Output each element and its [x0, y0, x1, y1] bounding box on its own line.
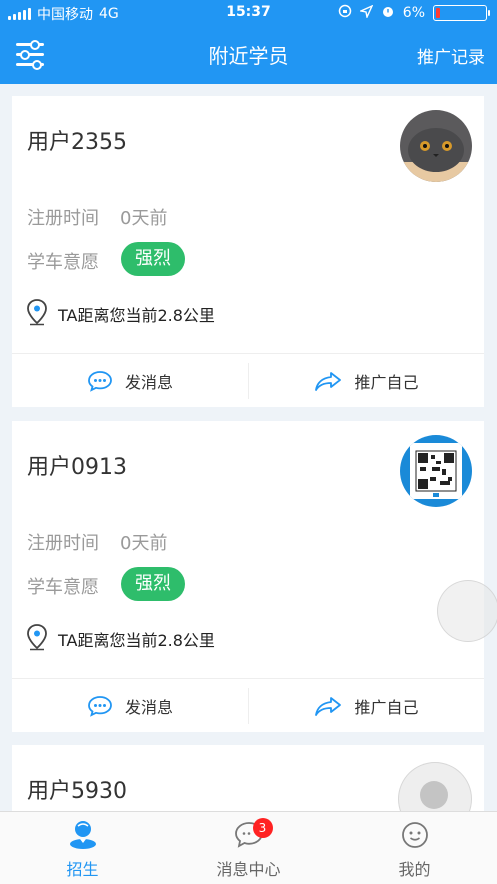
- avatar[interactable]: [400, 435, 472, 507]
- promote-self-button[interactable]: 推广自己: [249, 680, 484, 732]
- student-name: 用户0913: [27, 455, 127, 480]
- location-arrow-icon: [358, 4, 374, 22]
- promote-self-label: 推广自己: [354, 373, 419, 392]
- location-pin-icon: [27, 299, 47, 326]
- share-arrow-icon: [315, 697, 342, 716]
- distance-text: TA距离您当前2.8公里: [58, 306, 215, 325]
- intent-label: 学车意愿: [27, 252, 99, 273]
- tab-bar: 招生 3 消息中心 我的: [0, 811, 497, 884]
- assistive-touch-button[interactable]: [437, 580, 497, 642]
- register-time-label: 注册时间: [27, 208, 99, 229]
- promote-self-button[interactable]: 推广自己: [249, 355, 484, 407]
- tab-recruit-label: 招生: [66, 860, 99, 879]
- alarm-icon: [381, 4, 395, 22]
- battery-icon: [433, 5, 490, 21]
- status-right: 6%: [338, 4, 490, 22]
- unread-badge: 3: [252, 818, 273, 838]
- card-divider: [12, 353, 484, 354]
- send-message-label: 发消息: [124, 698, 173, 717]
- send-message-button[interactable]: 发消息: [12, 680, 248, 732]
- student-name: 用户5930: [27, 779, 127, 804]
- tab-messages-label: 消息中心: [216, 860, 281, 879]
- promotion-record-button[interactable]: 推广记录: [417, 43, 485, 68]
- student-list[interactable]: 用户2355 注册时间 0天前 学车意愿 强烈 TA距离您当前2.8公里 发消息…: [0, 84, 497, 811]
- intent-badge: 强烈: [121, 567, 185, 601]
- student-name: 用户2355: [27, 130, 127, 155]
- avatar[interactable]: [400, 110, 472, 182]
- tab-messages[interactable]: 3 消息中心: [166, 812, 331, 884]
- send-message-button[interactable]: 发消息: [12, 355, 248, 407]
- rotation-lock-icon: [338, 4, 352, 22]
- recruit-person-icon: [69, 821, 96, 849]
- card-divider: [12, 678, 484, 679]
- chat-bubble-icon: [88, 696, 112, 717]
- tab-mine-label: 我的: [398, 860, 431, 879]
- student-card[interactable]: 用户2355 注册时间 0天前 学车意愿 强烈 TA距离您当前2.8公里 发消息…: [12, 96, 484, 407]
- intent-label: 学车意愿: [27, 577, 99, 598]
- send-message-label: 发消息: [124, 373, 173, 392]
- assistive-touch-dot: [420, 781, 448, 809]
- register-time-value: 0天前: [120, 533, 168, 554]
- battery-percent: 6%: [402, 5, 425, 21]
- chat-bubble-icon: [88, 371, 112, 392]
- register-time-value: 0天前: [120, 208, 168, 229]
- distance-text: TA距离您当前2.8公里: [58, 631, 215, 650]
- register-time-label: 注册时间: [27, 533, 99, 554]
- location-pin-icon: [27, 624, 47, 651]
- tab-recruit[interactable]: 招生: [0, 812, 165, 884]
- smiley-face-icon: [401, 822, 428, 848]
- tab-mine[interactable]: 我的: [332, 812, 497, 884]
- promote-self-label: 推广自己: [354, 698, 419, 717]
- nav-bar: 附近学员 推广记录: [0, 26, 497, 84]
- status-bar: 中国移动 4G 15:37 6%: [0, 0, 497, 26]
- intent-badge: 强烈: [121, 242, 185, 276]
- share-arrow-icon: [315, 372, 342, 391]
- student-card[interactable]: 用户0913 注册时间 0天前 学车意愿 强烈 TA距离您当前2.8公里 发消息…: [12, 421, 484, 732]
